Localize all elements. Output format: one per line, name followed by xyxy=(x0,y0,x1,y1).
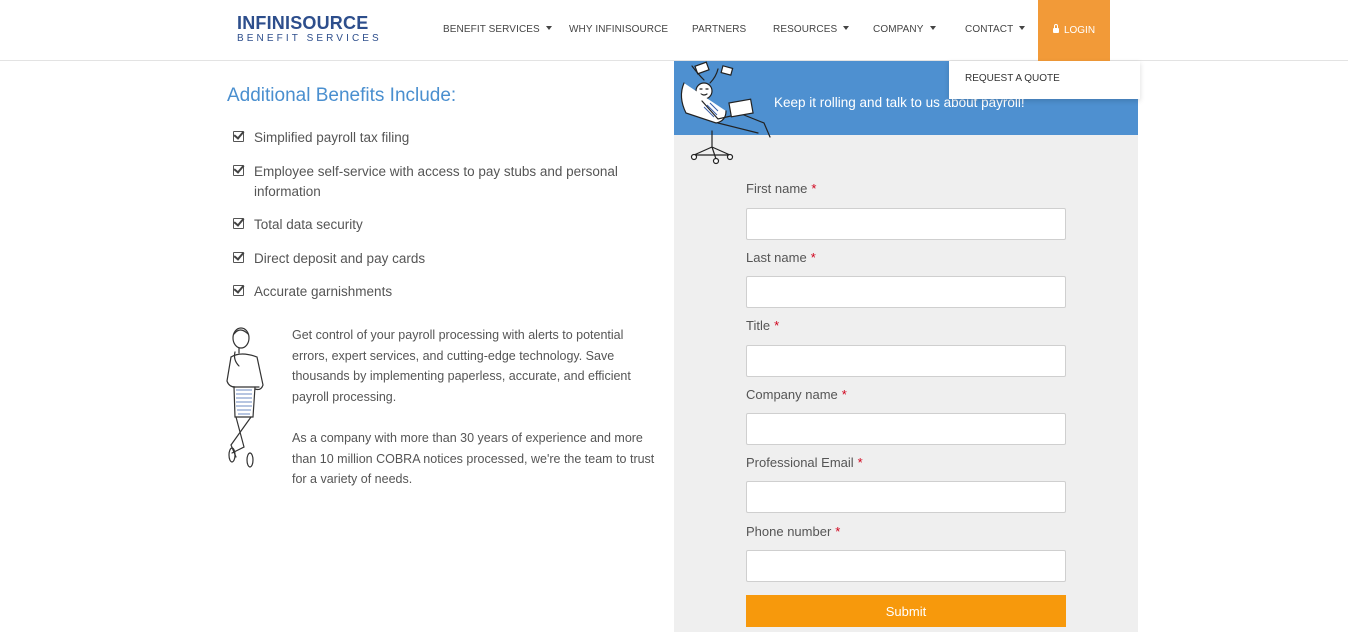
label-text: Professional Email xyxy=(746,455,854,470)
list-item: Accurate garnishments xyxy=(233,282,653,302)
checkbox-checked-icon xyxy=(233,285,244,296)
required-marker: * xyxy=(841,387,847,402)
title-label: Title * xyxy=(746,318,779,333)
office-chair-man-illustration xyxy=(680,61,771,165)
site-header: INFINISOURCE BENEFIT SERVICES BENEFIT SE… xyxy=(0,0,1348,61)
login-button[interactable]: LOGIN xyxy=(1038,0,1110,61)
label-text: Last name xyxy=(746,250,807,265)
chevron-down-icon xyxy=(1019,26,1026,30)
nav-label: WHY INFINISOURCE xyxy=(569,24,669,35)
last-name-field[interactable] xyxy=(746,276,1066,308)
first-name-field[interactable] xyxy=(746,208,1066,240)
chevron-down-icon xyxy=(929,26,936,30)
last-name-label: Last name * xyxy=(746,250,816,265)
checkbox-checked-icon xyxy=(233,165,244,176)
benefit-text: Simplified payroll tax filing xyxy=(254,130,410,145)
section-title: Additional Benefits Include: xyxy=(227,85,457,106)
nav-label: BENEFIT SERVICES xyxy=(443,24,540,35)
contact-dropdown-menu: REQUEST A QUOTE xyxy=(949,61,1140,99)
submit-button[interactable]: Submit xyxy=(746,595,1066,627)
lock-icon xyxy=(1052,24,1059,33)
email-field[interactable] xyxy=(746,481,1066,513)
logo-tagline: BENEFIT SERVICES xyxy=(237,33,382,44)
list-item: Employee self-service with access to pay… xyxy=(233,162,653,202)
thinking-man-illustration xyxy=(226,327,264,468)
nav-partners[interactable]: PARTNERS xyxy=(692,24,746,35)
experience-paragraph: As a company with more than 30 years of … xyxy=(292,431,655,486)
login-label: LOGIN xyxy=(1063,25,1096,36)
nav-resources[interactable]: RESOURCES xyxy=(773,24,850,35)
intro-paragraph: Get control of your payroll processing w… xyxy=(292,328,631,404)
chevron-down-icon xyxy=(545,26,552,30)
logo-wordmark: INFINISOURCE xyxy=(237,13,369,33)
label-text: Company name xyxy=(746,387,838,402)
list-item: Total data security xyxy=(233,215,653,235)
email-label: Professional Email * xyxy=(746,455,863,470)
nav-label: PARTNERS xyxy=(692,24,747,35)
label-text: First name xyxy=(746,181,808,196)
required-marker: * xyxy=(774,318,780,333)
benefit-text: Total data security xyxy=(254,217,363,232)
checkbox-checked-icon xyxy=(233,218,244,229)
phone-field[interactable] xyxy=(746,550,1066,582)
benefit-list: Simplified payroll tax filing Employee s… xyxy=(233,128,653,302)
benefit-text: Employee self-service with access to pay… xyxy=(254,164,618,199)
label-text: Title xyxy=(746,318,771,333)
nav-company[interactable]: COMPANY xyxy=(873,24,936,35)
checkbox-checked-icon xyxy=(233,131,244,142)
benefit-text: Direct deposit and pay cards xyxy=(254,251,426,266)
nav-label: CONTACT xyxy=(965,24,1014,35)
first-name-label: First name * xyxy=(746,181,816,196)
logo[interactable]: INFINISOURCE BENEFIT SERVICES xyxy=(237,13,382,45)
required-marker: * xyxy=(811,181,817,196)
required-marker: * xyxy=(857,455,863,470)
required-marker: * xyxy=(835,524,841,539)
benefit-text: Accurate garnishments xyxy=(254,284,393,299)
list-item: Simplified payroll tax filing xyxy=(233,128,653,148)
nav-benefit-services[interactable]: BENEFIT SERVICES xyxy=(443,24,552,35)
nav-label: RESOURCES xyxy=(773,24,838,35)
nav-why-infinisource[interactable]: WHY INFINISOURCE xyxy=(569,24,668,35)
list-item: Direct deposit and pay cards xyxy=(233,249,653,269)
chevron-down-icon xyxy=(843,26,850,30)
company-name-label: Company name * xyxy=(746,387,847,402)
menu-item-request-a-quote[interactable]: REQUEST A QUOTE xyxy=(965,73,1060,84)
company-name-field[interactable] xyxy=(746,413,1066,445)
nav-contact[interactable]: CONTACT xyxy=(965,24,1026,35)
label-text: Phone number xyxy=(746,524,832,539)
phone-label: Phone number * xyxy=(746,524,840,539)
checkbox-checked-icon xyxy=(233,252,244,263)
required-marker: * xyxy=(810,250,816,265)
nav-label: COMPANY xyxy=(873,24,924,35)
title-field[interactable] xyxy=(746,345,1066,377)
